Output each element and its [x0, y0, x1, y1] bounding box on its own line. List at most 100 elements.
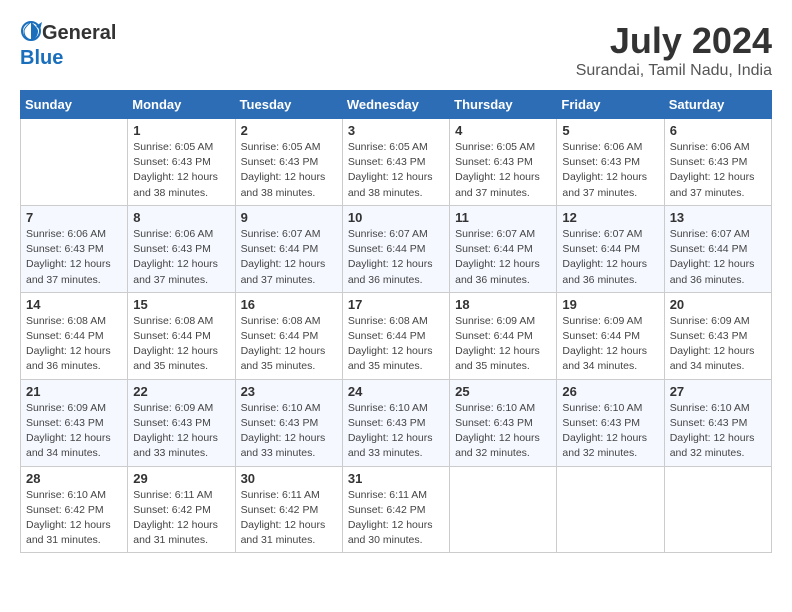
day-info: Sunrise: 6:09 AMSunset: 6:44 PMDaylight:…	[562, 314, 658, 375]
day-number: 21	[26, 384, 122, 399]
location-subtitle: Surandai, Tamil Nadu, India	[576, 62, 772, 80]
calendar-cell: 26 Sunrise: 6:10 AMSunset: 6:43 PMDayligh…	[557, 379, 664, 466]
day-info: Sunrise: 6:10 AMSunset: 6:43 PMDaylight:…	[562, 401, 658, 462]
day-number: 8	[133, 210, 229, 225]
weekday-header-thursday: Thursday	[450, 91, 557, 119]
calendar-cell: 5 Sunrise: 6:06 AMSunset: 6:43 PMDaylight…	[557, 119, 664, 206]
calendar-cell: 7 Sunrise: 6:06 AMSunset: 6:43 PMDaylight…	[21, 205, 128, 292]
calendar-cell: 31 Sunrise: 6:11 AMSunset: 6:42 PMDayligh…	[342, 466, 449, 553]
calendar-cell: 1 Sunrise: 6:05 AMSunset: 6:43 PMDaylight…	[128, 119, 235, 206]
calendar-cell: 15 Sunrise: 6:08 AMSunset: 6:44 PMDayligh…	[128, 292, 235, 379]
day-number: 18	[455, 297, 551, 312]
calendar-cell: 8 Sunrise: 6:06 AMSunset: 6:43 PMDaylight…	[128, 205, 235, 292]
calendar-cell: 30Sunrise: 6:11 AMSunset: 6:42 PMDayligh…	[235, 466, 342, 553]
calendar-cell: 21 Sunrise: 6:09 AMSunset: 6:43 PMDayligh…	[21, 379, 128, 466]
day-info: Sunrise: 6:08 AMSunset: 6:44 PMDaylight:…	[26, 314, 122, 375]
day-number: 31	[348, 471, 444, 486]
day-number: 16	[241, 297, 337, 312]
day-info: Sunrise: 6:06 AMSunset: 6:43 PMDaylight:…	[26, 227, 122, 288]
day-info: Sunrise: 6:05 AMSunset: 6:43 PMDaylight:…	[348, 140, 444, 201]
day-number: 15	[133, 297, 229, 312]
day-info: Sunrise: 6:07 AMSunset: 6:44 PMDaylight:…	[670, 227, 766, 288]
calendar-cell: 17 Sunrise: 6:08 AMSunset: 6:44 PMDayligh…	[342, 292, 449, 379]
day-number: 9	[241, 210, 337, 225]
calendar-cell: 23Sunrise: 6:10 AMSunset: 6:43 PMDayligh…	[235, 379, 342, 466]
day-info: Sunrise: 6:06 AMSunset: 6:43 PMDaylight:…	[562, 140, 658, 201]
calendar-cell: 2 Sunrise: 6:05 AMSunset: 6:43 PMDaylight…	[235, 119, 342, 206]
day-info: Sunrise: 6:10 AMSunset: 6:43 PMDaylight:…	[348, 401, 444, 462]
calendar-cell: 16 Sunrise: 6:08 AMSunset: 6:44 PMDayligh…	[235, 292, 342, 379]
day-number: 1	[133, 123, 229, 138]
day-number: 17	[348, 297, 444, 312]
calendar-cell: 29Sunrise: 6:11 AMSunset: 6:42 PMDayligh…	[128, 466, 235, 553]
weekday-header-tuesday: Tuesday	[235, 91, 342, 119]
day-info: Sunrise: 6:08 AMSunset: 6:44 PMDaylight:…	[348, 314, 444, 375]
day-number: 10	[348, 210, 444, 225]
calendar-body: 1 Sunrise: 6:05 AMSunset: 6:43 PMDaylight…	[21, 119, 772, 553]
month-year-title: July 2024	[576, 20, 772, 62]
calendar-cell: 12Sunrise: 6:07 AMSunset: 6:44 PMDayligh…	[557, 205, 664, 292]
day-number: 4	[455, 123, 551, 138]
calendar-cell: 20 Sunrise: 6:09 AMSunset: 6:43 PMDayligh…	[664, 292, 771, 379]
calendar-cell: 4 Sunrise: 6:05 AMSunset: 6:43 PMDaylight…	[450, 119, 557, 206]
day-number: 20	[670, 297, 766, 312]
calendar-week-5: 28 Sunrise: 6:10 AMSunset: 6:42 PMDayligh…	[21, 466, 772, 553]
calendar-cell: 6Sunrise: 6:06 AMSunset: 6:43 PMDaylight…	[664, 119, 771, 206]
day-number: 22	[133, 384, 229, 399]
day-number: 2	[241, 123, 337, 138]
calendar-week-4: 21 Sunrise: 6:09 AMSunset: 6:43 PMDayligh…	[21, 379, 772, 466]
day-info: Sunrise: 6:10 AMSunset: 6:43 PMDaylight:…	[241, 401, 337, 462]
day-info: Sunrise: 6:08 AMSunset: 6:44 PMDaylight:…	[241, 314, 337, 375]
day-info: Sunrise: 6:06 AMSunset: 6:43 PMDaylight:…	[133, 227, 229, 288]
calendar-cell	[450, 466, 557, 553]
day-info: Sunrise: 6:11 AMSunset: 6:42 PMDaylight:…	[133, 488, 229, 549]
day-info: Sunrise: 6:11 AMSunset: 6:42 PMDaylight:…	[348, 488, 444, 549]
day-info: Sunrise: 6:10 AMSunset: 6:43 PMDaylight:…	[670, 401, 766, 462]
day-info: Sunrise: 6:10 AMSunset: 6:42 PMDaylight:…	[26, 488, 122, 549]
day-info: Sunrise: 6:05 AMSunset: 6:43 PMDaylight:…	[133, 140, 229, 201]
page-header: General Blue July 2024 Surandai, Tamil N…	[20, 20, 772, 80]
calendar-cell: 13Sunrise: 6:07 AMSunset: 6:44 PMDayligh…	[664, 205, 771, 292]
day-number: 5	[562, 123, 658, 138]
logo-blue-text: Blue	[20, 47, 63, 70]
calendar-cell	[21, 119, 128, 206]
day-info: Sunrise: 6:06 AMSunset: 6:43 PMDaylight:…	[670, 140, 766, 201]
day-number: 7	[26, 210, 122, 225]
day-info: Sunrise: 6:09 AMSunset: 6:44 PMDaylight:…	[455, 314, 551, 375]
calendar-cell: 19Sunrise: 6:09 AMSunset: 6:44 PMDayligh…	[557, 292, 664, 379]
calendar-cell: 24 Sunrise: 6:10 AMSunset: 6:43 PMDayligh…	[342, 379, 449, 466]
day-number: 14	[26, 297, 122, 312]
calendar-cell: 11Sunrise: 6:07 AMSunset: 6:44 PMDayligh…	[450, 205, 557, 292]
calendar-cell: 27Sunrise: 6:10 AMSunset: 6:43 PMDayligh…	[664, 379, 771, 466]
title-area: July 2024 Surandai, Tamil Nadu, India	[576, 20, 772, 80]
logo-general-text: General	[42, 22, 116, 45]
day-info: Sunrise: 6:07 AMSunset: 6:44 PMDaylight:…	[348, 227, 444, 288]
weekday-header-monday: Monday	[128, 91, 235, 119]
day-info: Sunrise: 6:07 AMSunset: 6:44 PMDaylight:…	[241, 227, 337, 288]
calendar-week-3: 14 Sunrise: 6:08 AMSunset: 6:44 PMDayligh…	[21, 292, 772, 379]
calendar-cell	[557, 466, 664, 553]
weekday-header-wednesday: Wednesday	[342, 91, 449, 119]
calendar-cell: 18 Sunrise: 6:09 AMSunset: 6:44 PMDayligh…	[450, 292, 557, 379]
calendar-cell: 22Sunrise: 6:09 AMSunset: 6:43 PMDayligh…	[128, 379, 235, 466]
day-info: Sunrise: 6:10 AMSunset: 6:43 PMDaylight:…	[455, 401, 551, 462]
day-number: 30	[241, 471, 337, 486]
logo-icon	[20, 20, 42, 47]
calendar-week-1: 1 Sunrise: 6:05 AMSunset: 6:43 PMDaylight…	[21, 119, 772, 206]
day-number: 26	[562, 384, 658, 399]
day-info: Sunrise: 6:09 AMSunset: 6:43 PMDaylight:…	[26, 401, 122, 462]
weekday-header-friday: Friday	[557, 91, 664, 119]
calendar-cell: 9 Sunrise: 6:07 AMSunset: 6:44 PMDaylight…	[235, 205, 342, 292]
weekday-header-sunday: Sunday	[21, 91, 128, 119]
day-info: Sunrise: 6:09 AMSunset: 6:43 PMDaylight:…	[670, 314, 766, 375]
calendar-cell	[664, 466, 771, 553]
day-number: 3	[348, 123, 444, 138]
weekday-header-row: SundayMondayTuesdayWednesdayThursdayFrid…	[21, 91, 772, 119]
day-number: 24	[348, 384, 444, 399]
day-info: Sunrise: 6:08 AMSunset: 6:44 PMDaylight:…	[133, 314, 229, 375]
day-info: Sunrise: 6:05 AMSunset: 6:43 PMDaylight:…	[455, 140, 551, 201]
day-number: 25	[455, 384, 551, 399]
day-info: Sunrise: 6:05 AMSunset: 6:43 PMDaylight:…	[241, 140, 337, 201]
day-number: 28	[26, 471, 122, 486]
weekday-header-saturday: Saturday	[664, 91, 771, 119]
